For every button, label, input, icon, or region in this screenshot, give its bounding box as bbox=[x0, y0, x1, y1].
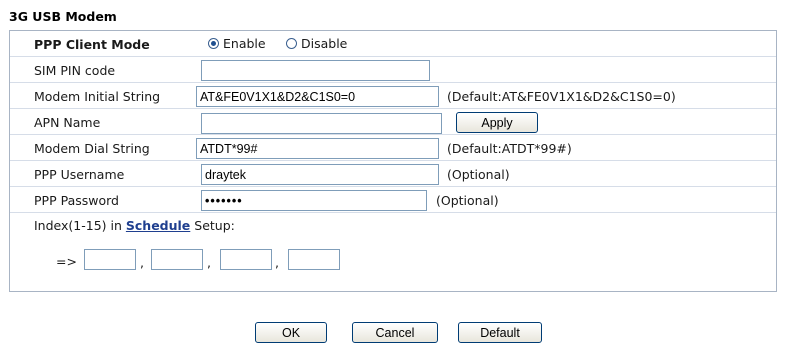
cancel-button[interactable]: Cancel bbox=[352, 322, 438, 343]
row-ppp-client-mode: PPP Client Mode Enable Disable bbox=[10, 31, 776, 57]
modem-initial-string-label: Modem Initial String bbox=[34, 89, 161, 104]
ppp-client-mode-label: PPP Client Mode bbox=[34, 37, 150, 52]
radio-enable[interactable]: Enable bbox=[208, 36, 266, 51]
ok-button[interactable]: OK bbox=[255, 322, 327, 343]
schedule-sep-3: , bbox=[275, 255, 279, 270]
row-schedule: Index(1-15) in Schedule Setup: => , , , bbox=[10, 213, 776, 283]
schedule-index-3-input[interactable] bbox=[220, 249, 272, 270]
radio-enable-circle[interactable] bbox=[208, 38, 219, 49]
modem-dial-string-default: (Default:ATDT*99#) bbox=[447, 141, 572, 156]
apn-name-label: APN Name bbox=[34, 115, 101, 130]
schedule-arrow: => bbox=[56, 254, 77, 269]
apply-button[interactable]: Apply bbox=[456, 112, 538, 133]
row-ppp-username: PPP Username (Optional) bbox=[10, 161, 776, 187]
radio-disable[interactable]: Disable bbox=[286, 36, 347, 51]
ppp-username-input[interactable] bbox=[201, 164, 439, 185]
schedule-link[interactable]: Schedule bbox=[126, 218, 190, 233]
schedule-line: Index(1-15) in Schedule Setup: bbox=[34, 218, 235, 233]
radio-disable-label: Disable bbox=[301, 36, 348, 51]
schedule-sep-1: , bbox=[140, 255, 144, 270]
radio-selected-dot bbox=[211, 41, 216, 46]
default-button[interactable]: Default bbox=[458, 322, 542, 343]
sim-pin-input[interactable] bbox=[201, 60, 430, 81]
schedule-suffix: Setup: bbox=[194, 218, 235, 233]
modem-initial-string-default: (Default:AT&FE0V1X1&D2&C1S0=0) bbox=[447, 89, 676, 104]
sim-pin-label: SIM PIN code bbox=[34, 63, 116, 78]
row-modem-dial-string: Modem Dial String (Default:ATDT*99#) bbox=[10, 135, 776, 161]
modem-dial-string-label: Modem Dial String bbox=[34, 141, 150, 156]
section-title: 3G USB Modem bbox=[9, 9, 117, 24]
schedule-index-1-input[interactable] bbox=[84, 249, 136, 270]
schedule-index-4-input[interactable] bbox=[288, 249, 340, 270]
ppp-username-optional: (Optional) bbox=[447, 167, 510, 182]
apn-name-input[interactable] bbox=[201, 113, 442, 134]
ppp-password-optional: (Optional) bbox=[436, 193, 499, 208]
modem-dial-string-input[interactable] bbox=[196, 138, 439, 159]
modem-initial-string-input[interactable] bbox=[196, 86, 439, 107]
row-ppp-password: PPP Password (Optional) bbox=[10, 187, 776, 213]
row-sim-pin: SIM PIN code bbox=[10, 57, 776, 83]
radio-enable-label: Enable bbox=[223, 36, 266, 51]
schedule-index-2-input[interactable] bbox=[151, 249, 203, 270]
row-modem-initial-string: Modem Initial String (Default:AT&FE0V1X1… bbox=[10, 83, 776, 109]
row-apn-name: APN Name Apply bbox=[10, 109, 776, 135]
ppp-password-label: PPP Password bbox=[34, 193, 119, 208]
ppp-password-input[interactable] bbox=[201, 190, 427, 211]
ppp-username-label: PPP Username bbox=[34, 167, 125, 182]
radio-disable-circle[interactable] bbox=[286, 38, 297, 49]
schedule-sep-2: , bbox=[207, 255, 211, 270]
schedule-prefix: Index(1-15) in bbox=[34, 218, 122, 233]
modem-settings-panel: PPP Client Mode Enable Disable SIM PIN c… bbox=[9, 30, 777, 292]
